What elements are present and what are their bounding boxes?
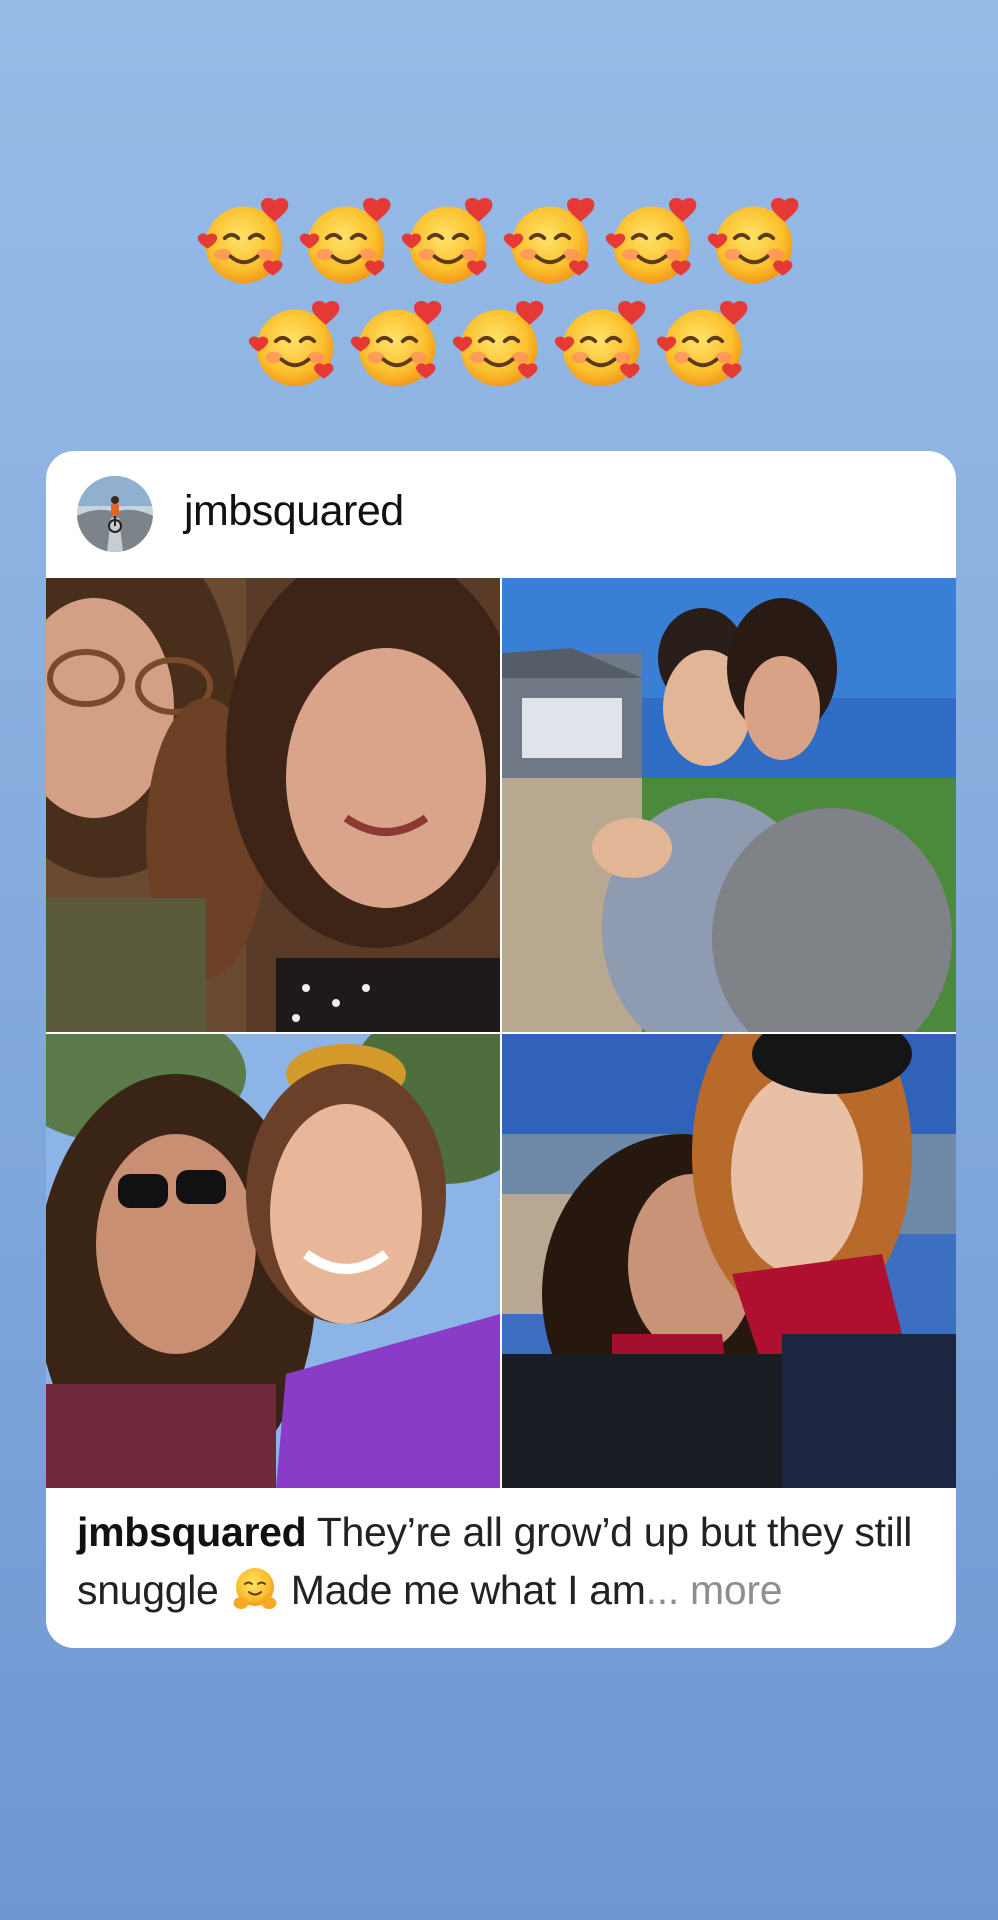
smiling-face-with-hearts-icon [451,298,547,394]
hugging-face-icon [230,1564,280,1614]
smiling-face-with-hearts-icon [553,298,649,394]
smiling-face-with-hearts-icon [706,195,802,291]
photo-beach-selfie[interactable] [502,1034,956,1488]
sticker-emoji-row-1 [0,195,998,291]
sticker-emoji-row-2 [0,298,998,394]
more-link[interactable]: more [679,1567,783,1613]
photo-grid [46,578,956,1488]
post-username[interactable]: jmbsquared [184,481,404,541]
caption-text-part-2: Made me what I am [279,1567,646,1613]
smiling-face-with-hearts-icon [655,298,751,394]
post-header[interactable]: jmbsquared [46,451,956,577]
caption-ellipsis: ... [645,1567,680,1613]
caption-username[interactable]: jmbsquared [77,1509,307,1555]
photo-sunglasses-selfie[interactable] [46,1034,500,1488]
smiling-face-with-hearts-icon [400,195,496,291]
smiling-face-with-hearts-icon [349,298,445,394]
smiling-face-with-hearts-icon [247,298,343,394]
avatar[interactable] [77,476,153,552]
smiling-face-with-hearts-icon [298,195,394,291]
smiling-face-with-hearts-icon [604,195,700,291]
photo-hug-outdoors[interactable] [502,578,956,1032]
shared-post-card[interactable]: jmbsquared jmbsquared They’re all grow’d… [46,451,956,1648]
photo-indoor-selfie[interactable] [46,578,500,1032]
smiling-face-with-hearts-icon [502,195,598,291]
smiling-face-with-hearts-icon [196,195,292,291]
post-caption: jmbsquared They’re all grow’d up but the… [77,1503,937,1619]
